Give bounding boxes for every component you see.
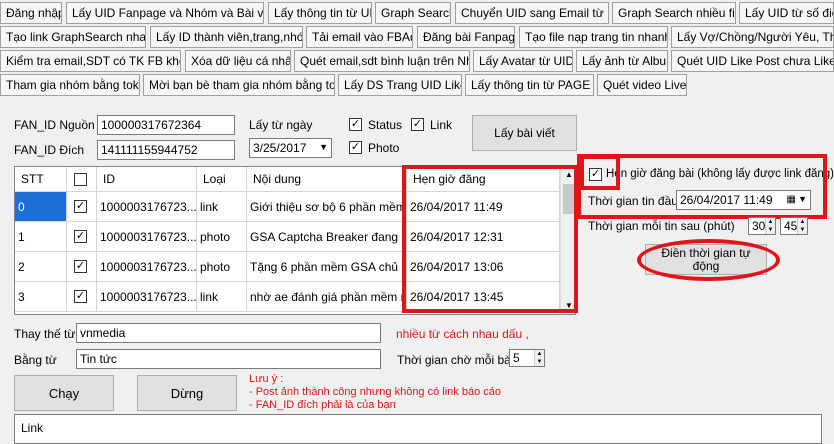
row-id: 1000003176723... [97,192,197,222]
tab-uid-from-phone[interactable]: Lấy UID từ số điện [739,2,834,24]
tab-graph-search-multi[interactable]: Graph Search nhiều file [612,2,736,24]
tab-scan-live-video[interactable]: Quét video Live [597,74,687,96]
row-select: ✓ [67,192,97,222]
start-time-picker[interactable]: 26/04/2017 11:49 ▦ ▼ [676,190,811,210]
interval-max-value: 45 [784,219,798,233]
notes-line-2: - FAN_ID đích phải là của bạn [249,399,396,411]
tab-graphsearch-link[interactable]: Tạo link GraphSearch nhanh [0,26,146,48]
column-header-select [67,167,97,192]
interval-min-value: 30 [752,219,766,233]
start-time-label: Thời gian tin đầu [588,194,678,208]
tab-check-email-phone[interactable]: Kiểm tra email,SDT có TK FB không [0,50,181,72]
tab-avatar-from-uid[interactable]: Lấy Avatar từ UID [473,50,573,72]
row-type: photo [197,222,247,252]
column-header-type: Loại [197,167,247,192]
column-header-stt: STT [15,167,67,192]
status-checkbox[interactable]: ✓ [349,118,362,131]
wait-label: Thời gian chờ mỗi bài [397,353,514,367]
row-select: ✓ [67,222,97,252]
run-button[interactable]: Chạy [14,375,114,411]
fan-id-dest-input[interactable]: 141111155944752 [97,140,235,160]
chevron-down-icon[interactable]: ▼ [798,191,807,207]
row-id: 1000003176723... [97,282,197,312]
tab-fanpage-post[interactable]: Đăng bài Fanpage [417,26,515,48]
stepper-arrows-icon[interactable]: ▲ ▼ [534,350,544,366]
link-checkbox[interactable]: ✓ [411,118,424,131]
row-checkbox[interactable]: ✓ [74,260,87,273]
notes-line-1: - Post ảnh thành công nhưng không có lin… [249,386,501,398]
tab-graph-search[interactable]: Graph Search [375,2,451,24]
row-id: 1000003176723... [97,222,197,252]
tab-liked-pages-uid[interactable]: Lấy DS Trang UID Like [338,74,462,96]
select-all-checkbox[interactable] [74,173,87,186]
row-content: Giới thiệu sơ bộ 6 phần mềm G... [247,192,407,222]
tab-member-page-group-id[interactable]: Lấy ID thành viên,trang,nhóm [150,26,303,48]
status-label: Status [368,118,403,132]
replace-label: Thay thế từ [14,327,76,341]
row-id: 1000003176723... [97,252,197,282]
row-type: photo [197,252,247,282]
interval-max-stepper[interactable]: 45 ▲ ▼ [780,217,808,235]
row-stt: 1 [15,222,67,252]
log-textarea[interactable]: Link [14,414,822,444]
tab-login[interactable]: Đăng nhập [0,2,62,24]
row-stt: 0 [15,192,67,222]
stop-button[interactable]: Dừng [137,375,237,411]
tab-delete-personal-data[interactable]: Xóa dữ liệu cá nhân [185,50,291,72]
with-input[interactable]: Tin tức [76,349,381,369]
row-select: ✓ [67,252,97,282]
start-time-value: 26/04/2017 11:49 [680,193,773,207]
row-content: GSA Captcha Breaker đang g... [247,222,407,252]
chevron-down-icon[interactable]: ▼ [319,139,328,155]
replace-hint: nhiều từ cách nhau dấu , [396,327,529,341]
tab-scan-uid-like-post[interactable]: Quét UID Like Post chưa Like Fa [671,50,834,72]
tab-email-to-fbads[interactable]: Tải email vào FBAds [306,26,413,48]
row-type: link [197,192,247,222]
tab-join-group-token[interactable]: Tham gia nhóm bằng token [0,74,140,96]
tab-invite-friends-group[interactable]: Mời bạn bè tham gia nhóm bằng token [143,74,335,96]
photo-checkbox[interactable]: ✓ [349,141,362,154]
wait-value: 5 [513,351,520,365]
row-content: Tặng 6 phần mềm GSA chủ k... [247,252,407,282]
tab-info-from-uid[interactable]: Lấy thông tin từ UID [268,2,372,24]
row-content: nhờ ae đánh giá phần mềm nà... [247,282,407,312]
calendar-icon[interactable]: ▦ [787,192,796,208]
link-label: Link [430,118,453,132]
with-label: Bằng từ [14,353,57,367]
tab-uid-fanpage-group-post[interactable]: Lấy UID Fanpage và Nhóm và Bài viết [66,2,264,24]
photo-label: Photo [368,141,400,155]
fan-id-source-input[interactable]: 100000317672364 [97,115,235,135]
tab-uid-to-email[interactable]: Chuyển UID sang Email từ File [455,2,609,24]
wait-stepper[interactable]: 5 ▲ ▼ [509,349,545,367]
interval-min-stepper[interactable]: 30 ▲ ▼ [748,217,776,235]
from-date-picker[interactable]: 3/25/2017 ▼ [249,138,332,158]
row-type: link [197,282,247,312]
get-posts-button[interactable]: Lấy bài viết [472,115,577,151]
stepper-arrows-icon[interactable]: ▲ ▼ [797,218,807,234]
column-header-id: ID [97,167,197,192]
row-checkbox[interactable]: ✓ [74,230,87,243]
row-select: ✓ [67,282,97,312]
tab-fast-page-file[interactable]: Tạo file nạp trang tin nhanh [519,26,668,48]
tab-scan-group-comments[interactable]: Quét email,sdt bình luận trên Nhóm [294,50,470,72]
column-header-content: Nội dung [247,167,407,192]
replace-input[interactable]: vnmedia [76,323,381,343]
row-stt: 3 [15,282,67,312]
from-date-value: 3/25/2017 [253,141,307,155]
row-stt: 2 [15,252,67,282]
fan-id-source-label: FAN_ID Nguồn [14,118,95,132]
tab-spouse-lover[interactable]: Lấy Vợ/Chồng/Người Yêu, Thành [671,26,834,48]
tab-album-photos[interactable]: Lấy ảnh từ Album [576,50,668,72]
annotation-ellipse-fill-button [637,239,780,281]
tab-info-from-page-id[interactable]: Lấy thông tin từ PAGE ID [465,74,594,96]
row-checkbox[interactable]: ✓ [74,200,87,213]
notes-title: Lưu ý : [249,373,284,385]
log-first-line: Link [21,421,44,435]
fan-id-dest-label: FAN_ID Đích [14,143,85,157]
from-date-label: Lấy từ ngày [249,118,313,132]
annotation-rect-schedule-column [402,165,578,313]
row-checkbox[interactable]: ✓ [74,290,87,303]
interval-label: Thời gian mỗi tin sau (phút) [588,219,735,233]
stepper-arrows-icon[interactable]: ▲ ▼ [765,218,775,234]
